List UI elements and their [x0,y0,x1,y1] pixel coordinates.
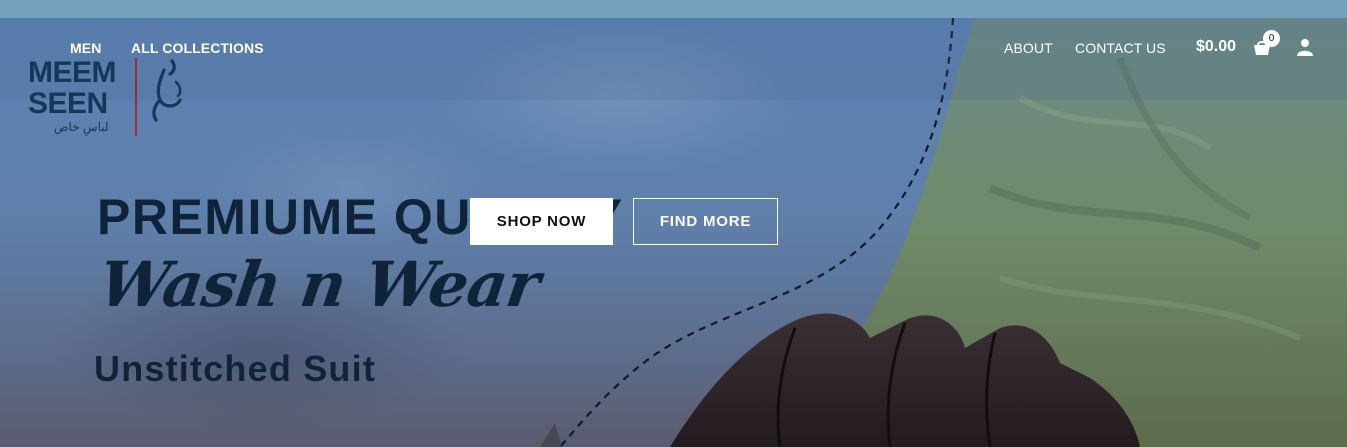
nav-link-men[interactable]: MEN [70,40,101,56]
hero-script-title: Wash n Wear [94,248,544,321]
nav-link-contact-us[interactable]: CONTACT US [1075,40,1166,56]
logo-line-2: SEEN [28,87,108,120]
nav-link-about[interactable]: ABOUT [1004,40,1053,56]
nav-link-all-collections[interactable]: ALL COLLECTIONS [131,40,264,56]
shop-now-button[interactable]: SHOP NOW [470,198,613,245]
find-more-button[interactable]: FIND MORE [633,198,778,245]
calligraphy-mark-icon [152,59,182,122]
logo-tagline: لباسِ خاص [54,120,109,134]
cart-count-badge: 0 [1263,30,1280,47]
cart-total[interactable]: $0.00 [1196,38,1236,56]
hero-subtitle: Unstitched Suit [94,348,377,389]
user-icon[interactable] [1296,38,1314,56]
brand-logo[interactable]: MEEM SEEN لباسِ خاص [28,56,198,140]
logo-divider [135,58,137,136]
header-overlay [0,18,1347,100]
top-bar [0,0,1347,18]
logo-line-1: MEEM [28,56,117,89]
